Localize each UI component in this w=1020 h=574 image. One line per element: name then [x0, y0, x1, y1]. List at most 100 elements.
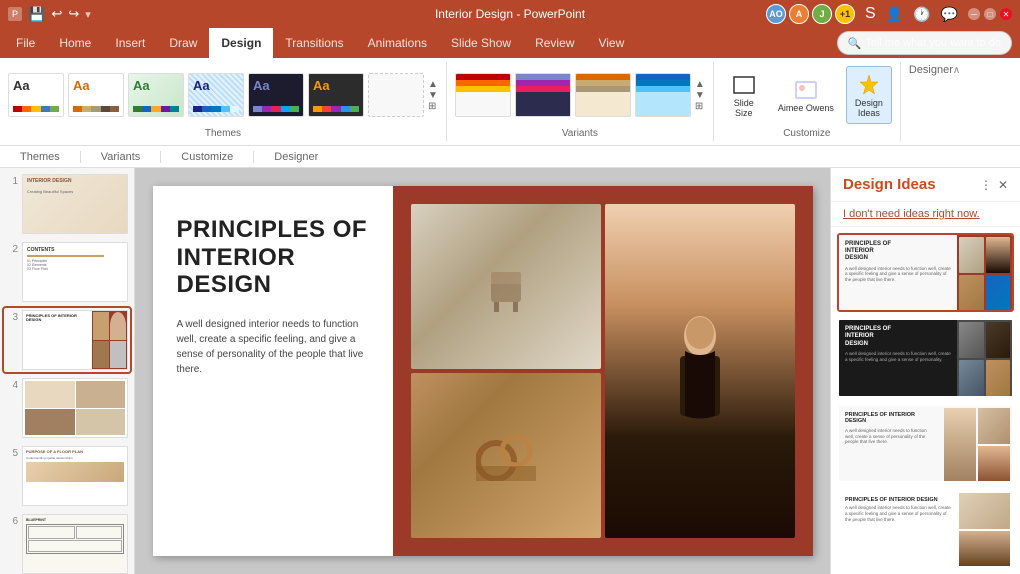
idea-photo-4b — [959, 531, 1010, 567]
comment-icon[interactable]: 💬 — [941, 6, 958, 23]
main-area: 1 INTERIOR DESIGN Creating Beautiful Spa… — [0, 168, 1020, 574]
panel-info-btn[interactable]: ⋮ — [980, 178, 992, 192]
ribbon-content: Aa Aa — [0, 58, 1020, 146]
design-idea-1[interactable]: PRINCIPLES OFINTERIORDESIGN A well desig… — [837, 233, 1014, 312]
photo-person — [605, 204, 795, 538]
avatar-3: J — [812, 4, 832, 24]
window-controls[interactable]: ─ □ ✕ — [968, 8, 1012, 20]
themes-items: Aa Aa — [8, 64, 438, 126]
photo-grid — [411, 204, 795, 538]
maximize-btn[interactable]: □ — [984, 8, 996, 20]
undo-btn[interactable]: ↩ — [51, 6, 62, 22]
tab-transitions[interactable]: Transitions — [273, 28, 355, 58]
tab-design[interactable]: Design — [209, 28, 273, 58]
panel-close-btn[interactable]: ✕ — [998, 178, 1008, 192]
designer-collapse[interactable]: ∧ — [953, 65, 960, 76]
slide-canvas[interactable]: PRINCIPLES OF INTERIOR DESIGN A well des… — [153, 186, 813, 556]
tab-file[interactable]: File — [4, 28, 47, 58]
canvas-area: PRINCIPLES OF INTERIOR DESIGN A well des… — [135, 168, 830, 574]
section-labels: Themes Variants Customize Designer — [0, 146, 1020, 168]
slide-size-btn[interactable]: SlideSize — [722, 67, 766, 123]
variants-label: Variants — [455, 126, 705, 139]
idea-photo-1c — [959, 275, 984, 311]
idea-right-2 — [957, 320, 1012, 397]
customize-label: Customize — [722, 126, 892, 139]
themes-scroll[interactable]: ▲ ▼ ⊞ — [428, 79, 438, 112]
slide-item-1[interactable]: 1 INTERIOR DESIGN Creating Beautiful Spa… — [4, 172, 130, 236]
theme-4[interactable]: Aa — [188, 73, 244, 117]
design-idea-2[interactable]: PRINCIPLES OFINTERIORDESIGN A well desig… — [837, 318, 1014, 397]
theme-7[interactable] — [368, 73, 424, 117]
idea-right-3 — [942, 406, 1012, 483]
minimize-btn[interactable]: ─ — [968, 8, 980, 20]
title-bar-left: P 💾 ↩ ↪ ▾ — [8, 6, 91, 23]
tab-view[interactable]: View — [586, 28, 636, 58]
design-idea-3[interactable]: PRINCIPLES OF INTERIOR DESIGN A well des… — [837, 404, 1014, 483]
idea-thumb-4: PRINCIPLES OF INTERIOR DESIGN A well des… — [839, 491, 1012, 568]
avatar-1: AO — [766, 4, 786, 24]
design-idea-4[interactable]: PRINCIPLES OF INTERIOR DESIGN A well des… — [837, 489, 1014, 568]
designer-section: Designer ∧ — [901, 62, 968, 141]
variants-section-label: Variants — [81, 151, 162, 163]
variant-3[interactable] — [575, 73, 631, 117]
themes-section-label: Themes — [0, 151, 81, 163]
idea-photos-3b — [978, 408, 1010, 482]
idea-text-2: A well designed interior needs to functi… — [845, 351, 951, 363]
slide-body: A well designed interior needs to functi… — [177, 317, 369, 377]
theme-6[interactable]: Aa — [308, 73, 364, 117]
tab-review[interactable]: Review — [523, 28, 586, 58]
idea-photo-4a — [959, 493, 1010, 529]
slide-panel: 1 INTERIOR DESIGN Creating Beautiful Spa… — [0, 168, 135, 574]
search-bar[interactable]: 🔍 Tell me what you want to do — [837, 31, 1012, 55]
idea-photo-2c — [959, 360, 984, 396]
avatar-plus: +1 — [835, 4, 855, 24]
idea-left-1: PRINCIPLES OFINTERIORDESIGN A well desig… — [839, 235, 957, 312]
ribbon-tabs: File Home Insert Draw Design Transitions… — [0, 28, 1020, 58]
history-icon[interactable]: 🕐 — [913, 6, 930, 23]
designer-header: Designer ∧ — [909, 64, 960, 76]
design-panel: Design Ideas ⋮ ✕ I don't need ideas righ… — [830, 168, 1020, 574]
idea-thumb-2: PRINCIPLES OFINTERIORDESIGN A well desig… — [839, 320, 1012, 397]
tab-slideshow[interactable]: Slide Show — [439, 28, 523, 58]
slide-size-label: SlideSize — [734, 99, 754, 119]
theme-5[interactable]: Aa — [248, 73, 304, 117]
theme-1[interactable]: Aa — [8, 73, 64, 117]
format-background-btn[interactable]: Aimee Owens — [770, 72, 842, 118]
share-icon[interactable]: 👤 — [886, 6, 903, 23]
variant-2[interactable] — [515, 73, 571, 117]
idea-text-4: A well designed interior needs to functi… — [845, 505, 951, 523]
variants-scroll[interactable]: ▲ ▼ ⊞ — [695, 79, 705, 112]
variant-4[interactable] — [635, 73, 691, 117]
tab-draw[interactable]: Draw — [157, 28, 209, 58]
idea-text-1: A well designed interior needs to functi… — [845, 266, 951, 284]
skype-icon[interactable]: S — [865, 5, 876, 23]
theme-3[interactable]: Aa — [128, 73, 184, 117]
tab-animations[interactable]: Animations — [356, 28, 439, 58]
slide-item-6[interactable]: 6 BLUEPRINT — [4, 512, 130, 574]
variant-1[interactable] — [455, 73, 511, 117]
tab-insert[interactable]: Insert — [103, 28, 157, 58]
slide-item-5[interactable]: 5 PURPOSE OF A FLOOR PLAN Understanding … — [4, 444, 130, 508]
idea-left-3: PRINCIPLES OF INTERIOR DESIGN A well des… — [839, 406, 942, 483]
designer-section-label: Designer — [254, 151, 338, 163]
themes-label: Themes — [8, 126, 438, 139]
close-btn[interactable]: ✕ — [1000, 8, 1012, 20]
dismiss-link[interactable]: I don't need ideas right now. — [831, 202, 1020, 227]
theme-2[interactable]: Aa — [68, 73, 124, 117]
search-placeholder: Tell me what you want to do — [865, 37, 1001, 49]
idea-title-3: PRINCIPLES OF INTERIOR DESIGN — [845, 412, 936, 425]
idea-text-3: A well designed interior needs to functi… — [845, 428, 936, 446]
idea-left-4: PRINCIPLES OF INTERIOR DESIGN A well des… — [839, 491, 957, 568]
slide-item-3[interactable]: 3 PRINCIPLES OF INTERIOR DESIGN — [4, 308, 130, 372]
idea-photo-1b — [986, 237, 1011, 273]
slide-item-4[interactable]: 4 — [4, 376, 130, 440]
tab-home[interactable]: Home — [47, 28, 103, 58]
design-ideas-btn[interactable]: DesignIdeas — [846, 66, 892, 124]
redo-btn[interactable]: ↪ — [68, 6, 79, 22]
variants-items: ▲ ▼ ⊞ — [455, 64, 705, 126]
title-bar: P 💾 ↩ ↪ ▾ Interior Design - PowerPoint A… — [0, 0, 1020, 28]
slide-item-2[interactable]: 2 CONTENTS 01 Principles 02 Elements 03 … — [4, 240, 130, 304]
idea-right-4 — [957, 491, 1012, 568]
save-btn[interactable]: 💾 — [28, 6, 45, 23]
powerpoint-icon: P — [8, 7, 22, 21]
